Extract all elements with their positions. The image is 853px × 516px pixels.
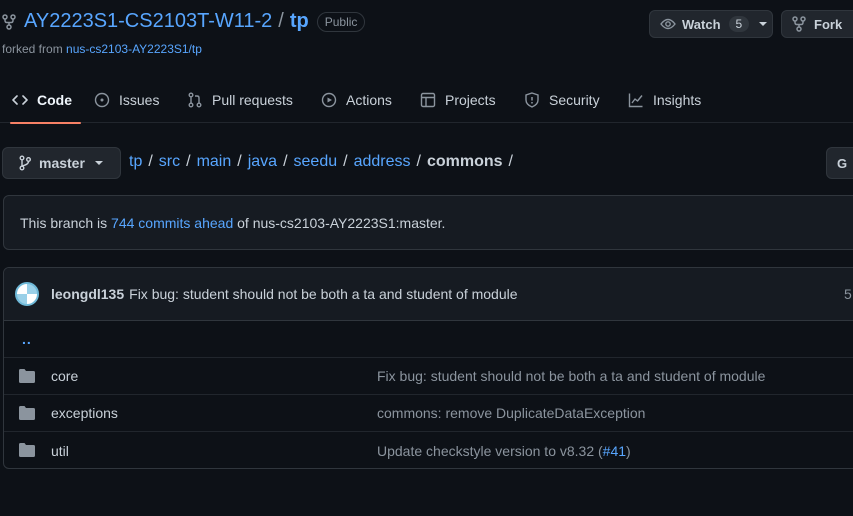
parent-directory-row[interactable]: .. (4, 321, 853, 358)
go-to-file-button[interactable]: G (826, 147, 853, 179)
tab-security[interactable]: Security (522, 76, 602, 123)
ahead-prefix: This branch is (20, 214, 112, 231)
breadcrumb-separator: / (283, 153, 288, 170)
breadcrumb-link-tp[interactable]: tp (129, 153, 142, 171)
repo-title-separator: / (278, 10, 284, 32)
go-to-file-label: G (837, 155, 848, 171)
issue-opened-icon (94, 92, 110, 108)
breadcrumb-link-java[interactable]: java (248, 153, 277, 171)
breadcrumb-separator: / (237, 153, 242, 170)
breadcrumb-link-main[interactable]: main (197, 153, 232, 171)
commit-age: 5 (844, 286, 852, 302)
graph-icon (628, 92, 644, 108)
file-commit-message-link[interactable]: Fix bug: student should not be both a ta… (377, 368, 765, 384)
tab-label: Code (37, 91, 72, 108)
tab-projects[interactable]: Projects (418, 76, 498, 123)
breadcrumb-link-address[interactable]: address (354, 153, 411, 171)
file-commit-message: Update checkstyle version to v8.32 (#41) (377, 443, 631, 459)
folder-icon (19, 369, 35, 383)
repo-nav-tabs: Code Issues Pull requests Actions Projec… (0, 76, 853, 124)
code-icon (12, 92, 28, 108)
forked-from: forked from nus-cs2103-AY2223S1/tp (2, 42, 202, 56)
breadcrumb-separator: / (186, 153, 191, 170)
git-pull-request-icon (187, 92, 203, 108)
folder-icon (19, 443, 35, 457)
tab-actions[interactable]: Actions (319, 76, 394, 123)
breadcrumb-separator: / (148, 153, 153, 170)
avatar[interactable] (15, 282, 39, 306)
branch-name: master (39, 155, 85, 171)
fork-label: Fork (814, 16, 843, 32)
table-row[interactable]: util Update checkstyle version to v8.32 … (4, 432, 853, 468)
tab-code[interactable]: Code (10, 76, 81, 124)
breadcrumb-link-src[interactable]: src (159, 153, 180, 171)
folder-icon (19, 406, 35, 420)
tab-label: Pull requests (212, 91, 293, 108)
latest-commit-row: leongdl135 Fix bug: student should not b… (4, 268, 853, 321)
tab-label: Insights (653, 91, 702, 108)
eye-icon (660, 16, 676, 32)
table-row[interactable]: core Fix bug: student should not be both… (4, 358, 853, 395)
breadcrumb-current: commons (426, 153, 503, 170)
tab-label: Projects (445, 91, 496, 108)
breadcrumb-trailing-separator: / (508, 153, 513, 170)
repo-forked-icon (792, 16, 806, 32)
repo-name-link[interactable]: tp (290, 10, 309, 33)
watch-button[interactable]: Watch 5 (649, 10, 773, 38)
breadcrumb-link-seedu[interactable]: seedu (294, 153, 338, 171)
chevron-down-icon (94, 161, 103, 165)
table-row[interactable]: exceptions commons: remove DuplicateData… (4, 395, 853, 432)
fork-button[interactable]: Fork (781, 10, 853, 38)
commit-message-link[interactable]: Fix bug: student should not be both a ta… (129, 286, 517, 302)
play-icon (321, 92, 337, 108)
tab-label: Actions (346, 91, 392, 108)
shield-icon (524, 91, 540, 108)
pull-request-link[interactable]: #41 (603, 443, 626, 459)
repo-header: AY2223S1-CS2103T-W11-2 / tp Public (2, 10, 366, 33)
file-listing: leongdl135 Fix bug: student should not b… (3, 267, 853, 469)
tab-label: Issues (119, 91, 160, 108)
tab-pull-requests[interactable]: Pull requests (185, 76, 295, 123)
tab-insights[interactable]: Insights (626, 76, 703, 123)
repo-forked-icon (2, 13, 16, 30)
branch-ahead-notice: This branch is 744 commits ahead of nus-… (3, 195, 853, 250)
file-name-link[interactable]: exceptions (51, 405, 118, 421)
commit-author-link[interactable]: leongdl135 (51, 286, 124, 302)
file-commit-message-link[interactable]: commons: remove DuplicateDataException (377, 405, 645, 421)
breadcrumb-separator: / (416, 153, 421, 170)
file-name-link[interactable]: core (51, 368, 78, 384)
chevron-down-icon (759, 22, 768, 26)
branch-select-button[interactable]: master (2, 147, 121, 179)
watch-label: Watch (682, 16, 721, 32)
file-name-link[interactable]: util (51, 443, 69, 459)
visibility-badge: Public (316, 11, 366, 32)
table-icon (420, 92, 436, 108)
parent-directory-link[interactable]: .. (22, 331, 32, 347)
watch-count: 5 (728, 16, 750, 32)
forked-from-label: forked from (2, 42, 67, 56)
breadcrumb-separator: / (343, 153, 348, 170)
breadcrumb: tp / src / main / java / seedu / address / com… (129, 153, 519, 171)
tab-label: Security (549, 91, 600, 108)
git-branch-icon (19, 155, 31, 171)
commit-message-text[interactable]: Update checkstyle version to v8.32 ( (377, 443, 603, 459)
commits-ahead-link[interactable]: 744 commits ahead (111, 215, 233, 231)
tab-issues[interactable]: Issues (92, 76, 161, 123)
forked-from-link[interactable]: nus-cs2103-AY2223S1/tp (66, 42, 202, 56)
repo-owner-link[interactable]: AY2223S1-CS2103T-W11-2 (24, 10, 272, 33)
ahead-suffix: of nus-cs2103-AY2223S1:master. (233, 214, 446, 231)
commit-message-suffix: ) (626, 442, 631, 459)
